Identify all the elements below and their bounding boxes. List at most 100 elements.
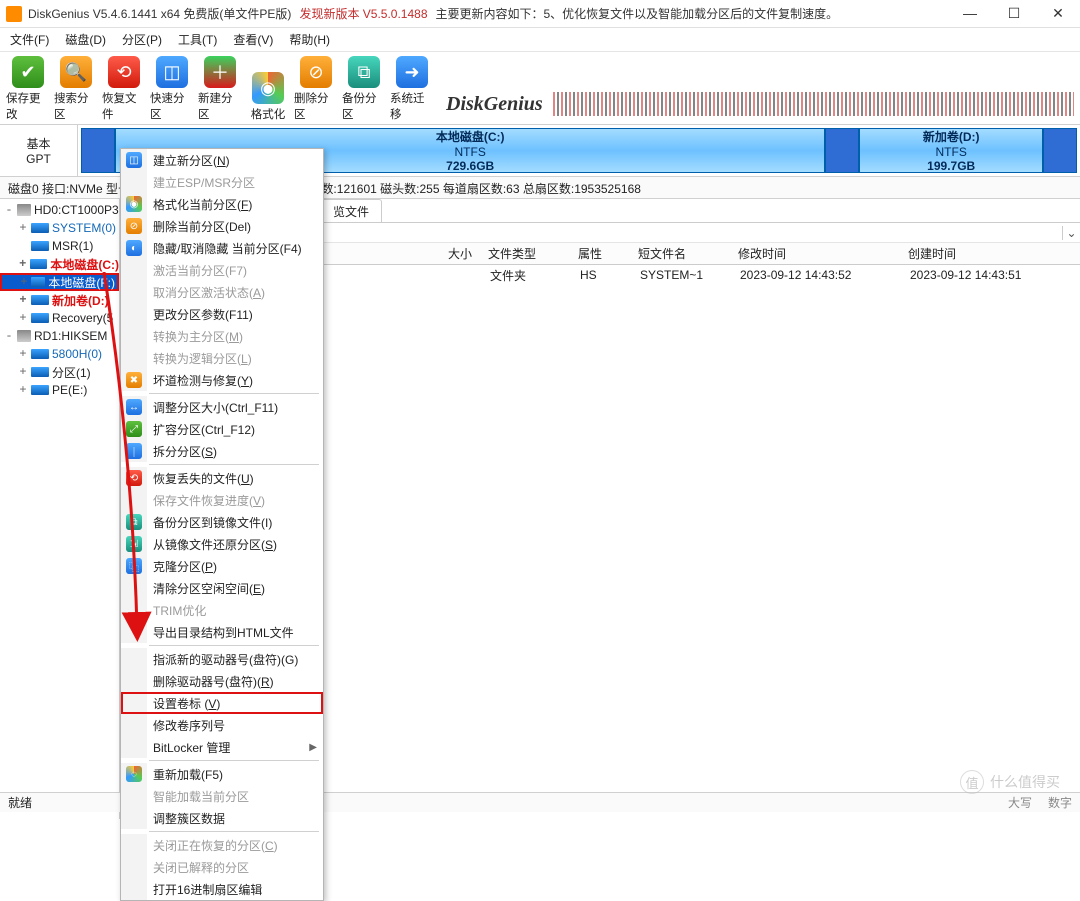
expand-icon[interactable]: + — [18, 239, 28, 253]
expand-icon[interactable]: + — [18, 311, 28, 325]
menu-item-2[interactable]: 分区(P) — [122, 31, 162, 48]
status-num: 数字 — [1048, 794, 1072, 811]
tree-node[interactable]: +分区(1) — [0, 363, 119, 381]
expand-icon[interactable]: + — [18, 347, 28, 361]
expand-icon[interactable]: + — [18, 365, 28, 379]
expand-icon[interactable]: + — [20, 275, 28, 289]
ctx-icon: ⟲ — [126, 470, 142, 486]
ctx-item: 转换为逻辑分区(L) — [121, 347, 323, 369]
ctx-item[interactable]: 导出目录结构到HTML文件 — [121, 621, 323, 643]
path-dropdown-icon[interactable]: ⌄ — [1062, 226, 1080, 240]
menu-item-3[interactable]: 工具(T) — [178, 31, 217, 48]
tree-node[interactable]: +本地磁盘(C:) — [0, 255, 119, 273]
status-caps: 大写 — [1008, 794, 1032, 811]
content-tabs: 览文件 — [320, 199, 1080, 223]
tree-node[interactable]: +PE(E:) — [0, 381, 119, 399]
expand-icon[interactable]: - — [4, 329, 14, 343]
ctx-item[interactable]: ↔调整分区大小(Ctrl_F11) — [121, 396, 323, 418]
menu-item-5[interactable]: 帮助(H) — [289, 31, 330, 48]
ctx-item[interactable]: ⤢扩容分区(Ctrl_F12) — [121, 418, 323, 440]
ctx-label: 建立新分区(N) — [147, 152, 323, 169]
toolbar-icon: 🔍 — [60, 56, 92, 88]
window-max-button[interactable]: ☐ — [998, 5, 1030, 22]
status-text: 就绪 — [8, 794, 32, 811]
tree-node[interactable]: +MSR(1) — [0, 237, 119, 255]
tree-node[interactable]: -HD0:CT1000P3 — [0, 201, 119, 219]
ctx-item[interactable]: ◉格式化当前分区(F) — [121, 193, 323, 215]
partition-tree[interactable]: -HD0:CT1000P3+SYSTEM(0)+MSR(1)+本地磁盘(C:)+… — [0, 199, 120, 819]
ctx-item[interactable]: ｜拆分分区(S) — [121, 440, 323, 462]
toolbar-icon: ◫ — [156, 56, 188, 88]
ctx-item[interactable]: ◫ 建立新分区(N) — [121, 149, 323, 171]
toolbar-恢复文件[interactable]: ⟲恢复文件 — [102, 56, 146, 122]
ctx-item[interactable]: 调整簇区数据 — [121, 807, 323, 829]
ctx-item: 关闭已解释的分区 — [121, 856, 323, 878]
ctx-item[interactable]: 更改分区参数(F11) — [121, 303, 323, 325]
expand-icon[interactable]: + — [18, 293, 28, 307]
tree-node[interactable]: +新加卷(D:) — [0, 291, 119, 309]
ctx-label: BitLocker 管理 — [147, 739, 323, 756]
ctx-label: TRIM优化 — [147, 602, 323, 619]
toolbar-icon: ◉ — [252, 72, 284, 104]
ctx-label: 指派新的驱动器号(盘符)(G) — [147, 651, 323, 668]
ctx-icon: ◫ — [126, 152, 142, 168]
tree-node[interactable]: +本地磁盘(F:) — [0, 273, 119, 291]
ctx-item: 激活当前分区(F7) — [121, 259, 323, 281]
menu-item-4[interactable]: 查看(V) — [233, 31, 273, 48]
tree-node[interactable]: +Recovery(5 — [0, 309, 119, 327]
ctx-label: 删除当前分区(Del) — [147, 218, 323, 235]
volume-icon — [31, 349, 49, 359]
tree-node[interactable]: -RD1:HIKSEM — [0, 327, 119, 345]
toolbar-删除分区[interactable]: ⊘删除分区 — [294, 56, 338, 122]
ctx-label: 导出目录结构到HTML文件 — [147, 624, 323, 641]
ctx-item[interactable]: BitLocker 管理▶ — [121, 736, 323, 758]
ctx-item[interactable]: ✖坏道检测与修复(Y) — [121, 369, 323, 391]
context-menu[interactable]: ◫建立新分区(N)建立ESP/MSR分区◉格式化当前分区(F)⊘删除当前分区(D… — [120, 148, 324, 901]
menu-item-0[interactable]: 文件(F) — [10, 31, 49, 48]
app-icon — [6, 6, 22, 22]
ctx-item[interactable]: ⿻克隆分区(P) — [121, 555, 323, 577]
ctx-item[interactable]: 删除驱动器号(盘符)(R) — [121, 670, 323, 692]
ctx-item: 智能加载当前分区 — [121, 785, 323, 807]
tree-node[interactable]: +5800H(0) — [0, 345, 119, 363]
menu-separator — [149, 760, 319, 761]
ctx-item[interactable]: ⊘删除当前分区(Del) — [121, 215, 323, 237]
map-segment-d[interactable]: 新加卷(D:) NTFS 199.7GB — [859, 128, 1043, 173]
volume-icon — [31, 241, 49, 251]
toolbar-icon: ＋ — [204, 56, 236, 88]
ctx-item[interactable]: ⟲恢复丢失的文件(U) — [121, 467, 323, 489]
map-segment-small[interactable] — [81, 128, 115, 173]
expand-icon[interactable]: + — [18, 221, 28, 235]
window-min-button[interactable]: — — [954, 5, 986, 22]
ctx-item[interactable]: 设置卷标 (V) — [121, 692, 323, 714]
ctx-icon: ⇲ — [126, 536, 142, 552]
ctx-item[interactable]: 指派新的驱动器号(盘符)(G) — [121, 648, 323, 670]
toolbar-备份分区[interactable]: ⧉备份分区 — [342, 56, 386, 122]
tab-browse[interactable]: 览文件 — [320, 199, 382, 222]
menu-item-1[interactable]: 磁盘(D) — [65, 31, 106, 48]
ctx-icon: ↔ — [126, 399, 142, 415]
ctx-item[interactable]: 打开16进制扇区编辑 — [121, 878, 323, 900]
toolbar-新建分区[interactable]: ＋新建分区 — [198, 56, 242, 122]
ctx-item[interactable]: 清除分区空闲空间(E) — [121, 577, 323, 599]
tree-node[interactable]: +SYSTEM(0) — [0, 219, 119, 237]
ctx-item[interactable]: ⇲从镜像文件还原分区(S) — [121, 533, 323, 555]
window-close-button[interactable]: ✕ — [1042, 5, 1074, 22]
ctx-icon: ｜ — [126, 443, 142, 459]
app-title: DiskGenius V5.4.6.1441 x64 免费版(单文件PE版) — [28, 5, 291, 22]
map-segment-small3[interactable] — [1043, 128, 1077, 173]
expand-icon[interactable]: - — [4, 203, 14, 217]
toolbar-搜索分区[interactable]: 🔍搜索分区 — [54, 56, 98, 122]
map-segment-small2[interactable] — [825, 128, 859, 173]
expand-icon[interactable]: + — [18, 383, 28, 397]
toolbar-系统迁移[interactable]: ➜系统迁移 — [390, 56, 434, 122]
ctx-item[interactable]: 修改卷序列号 — [121, 714, 323, 736]
expand-icon[interactable]: + — [18, 257, 27, 271]
menu-separator — [149, 464, 319, 465]
ctx-item[interactable]: ◌重新加载(F5) — [121, 763, 323, 785]
ctx-item[interactable]: ⧉备份分区到镜像文件(I) — [121, 511, 323, 533]
toolbar-格式化[interactable]: ◉格式化 — [246, 72, 290, 122]
toolbar-保存更改[interactable]: ✔保存更改 — [6, 56, 50, 122]
toolbar-快速分区[interactable]: ◫快速分区 — [150, 56, 194, 122]
ctx-item[interactable]: ◐隐藏/取消隐藏 当前分区(F4) — [121, 237, 323, 259]
